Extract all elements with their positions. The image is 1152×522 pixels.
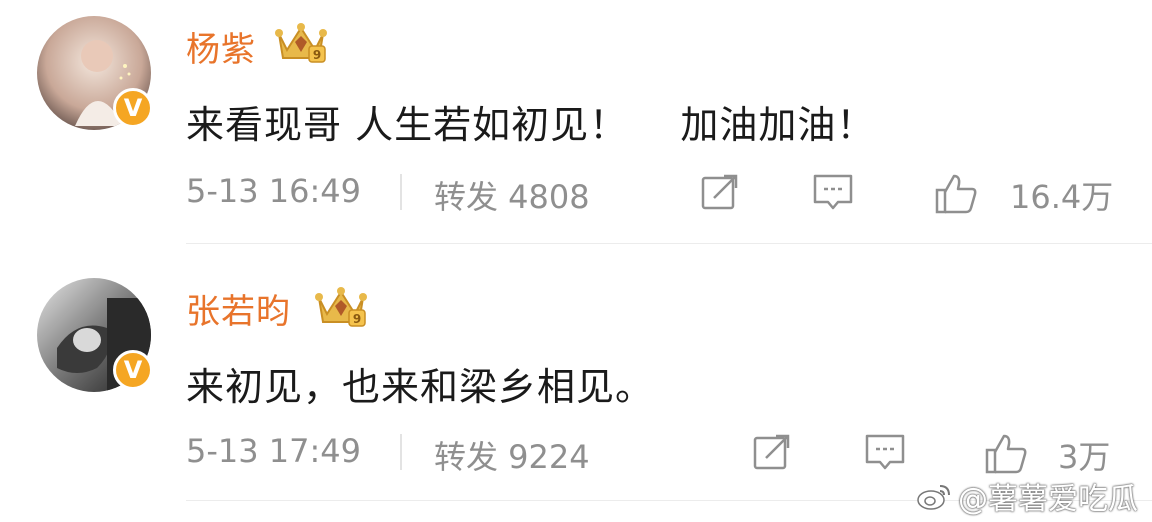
comment-item: V 张若昀 9 来初见，也来和梁乡相见。 5-13 17:49 转发 9224 … xyxy=(0,262,1152,502)
comment-text: 来初见，也来和梁乡相见。 xyxy=(186,365,655,409)
watermark-text: @薯薯爱吃瓜 xyxy=(958,482,1138,517)
comment-icon[interactable] xyxy=(864,432,906,472)
share-icon[interactable] xyxy=(752,432,792,472)
repost-button[interactable]: 转发 9224 xyxy=(434,432,590,478)
weibo-logo-icon xyxy=(917,485,950,510)
username[interactable]: 杨紫 xyxy=(186,22,256,71)
share-icon[interactable] xyxy=(700,172,740,212)
divider xyxy=(186,243,1152,244)
comment-icon[interactable] xyxy=(812,172,854,212)
username[interactable]: 张若昀 xyxy=(186,284,291,333)
watermark: @薯薯爱吃瓜 xyxy=(916,474,1138,518)
verified-badge-icon: V xyxy=(113,350,153,390)
divider xyxy=(400,174,402,210)
comment-meta: 5-13 16:49 转发 4808 16.4万 xyxy=(186,170,1126,216)
svg-text:9: 9 xyxy=(353,312,361,326)
vip-crown-icon: 9 xyxy=(315,287,367,327)
like-icon[interactable] xyxy=(934,172,978,214)
verified-badge-icon: V xyxy=(113,88,153,128)
comment-item: V 杨紫 9 来看现哥 人生若如初见！ 加油加油！ 5-13 16:49 转发 … xyxy=(0,0,1152,246)
like-icon[interactable] xyxy=(984,432,1028,474)
timestamp: 5-13 16:49 xyxy=(186,172,362,210)
comment-text: 来看现哥 人生若如初见！ 加油加油！ xyxy=(186,103,876,147)
divider xyxy=(400,434,402,470)
avatar[interactable]: V xyxy=(37,16,153,130)
like-count: 16.4万 xyxy=(1010,178,1114,216)
timestamp: 5-13 17:49 xyxy=(186,432,362,470)
vip-crown-icon: 9 xyxy=(275,23,327,63)
comment-meta: 5-13 17:49 转发 9224 3万 xyxy=(186,430,1126,476)
like-count: 3万 xyxy=(1058,438,1111,476)
repost-button[interactable]: 转发 4808 xyxy=(434,172,590,218)
svg-text:9: 9 xyxy=(313,48,321,62)
avatar[interactable]: V xyxy=(37,278,153,392)
